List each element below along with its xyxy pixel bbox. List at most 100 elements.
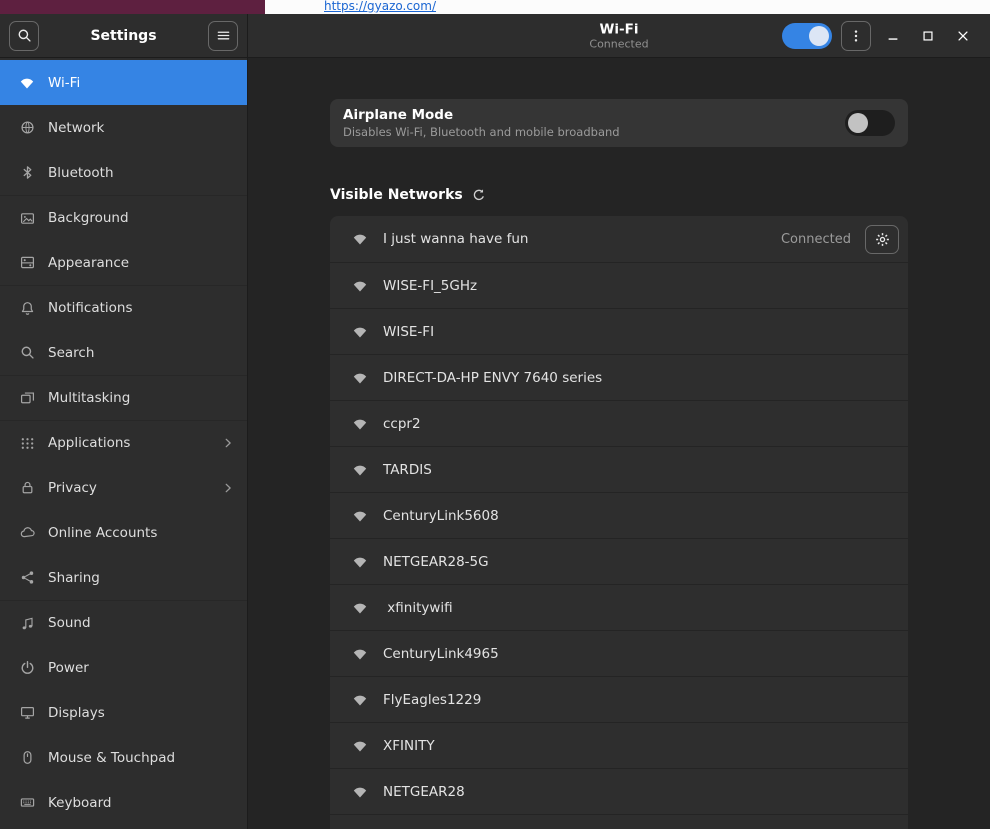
- wifi-signal-icon: [352, 508, 368, 524]
- maximize-icon: [921, 29, 935, 43]
- airplane-mode-title: Airplane Mode: [343, 107, 454, 123]
- airplane-mode-toggle[interactable]: [845, 110, 895, 136]
- close-icon: [956, 29, 970, 43]
- search-icon: [19, 345, 35, 361]
- sidebar-item-label: Background: [48, 210, 129, 226]
- network-row[interactable]: CenturyLink5608: [330, 492, 908, 538]
- online-accounts-icon: [19, 525, 35, 541]
- network-ssid: NETGEAR28-5G: [383, 553, 489, 570]
- sidebar-item-label: Notifications: [48, 300, 133, 316]
- sidebar-item-label: Displays: [48, 704, 105, 721]
- sidebar-item-notifications[interactable]: Notifications: [0, 285, 247, 330]
- browser-url[interactable]: https://gyazo.com/: [324, 0, 436, 13]
- page-title-block: Wi-Fi Connected: [589, 21, 648, 50]
- power-icon: [19, 660, 35, 676]
- main-menu-button[interactable]: [208, 20, 238, 51]
- multitasking-icon: [19, 390, 35, 406]
- sidebar-headerbar: Settings: [0, 14, 248, 58]
- search-button[interactable]: [9, 20, 39, 51]
- gear-icon: [875, 232, 890, 247]
- bluetooth-icon: [19, 165, 35, 181]
- minimize-icon: [886, 29, 900, 43]
- sidebar-item-wi-fi[interactable]: Wi-Fi: [0, 60, 247, 105]
- network-ssid: I just wanna have fun: [383, 231, 529, 247]
- sidebar-item-label: Sharing: [48, 569, 100, 586]
- sidebar-item-mouse-touchpad[interactable]: Mouse & Touchpad: [0, 735, 247, 780]
- background-app-strip: [0, 0, 265, 14]
- sidebar-item-multitasking[interactable]: Multitasking: [0, 375, 247, 420]
- network-ssid: WISE-FI_5GHz: [383, 277, 478, 294]
- sidebar-item-appearance[interactable]: Appearance: [0, 240, 247, 285]
- sidebar-item-online-accounts[interactable]: Online Accounts: [0, 510, 247, 555]
- network-ssid: CenturyLink4965: [383, 645, 499, 662]
- toggle-knob: [848, 113, 868, 133]
- network-ssid: WISE-FI: [383, 323, 435, 340]
- sidebar-item-background[interactable]: Background: [0, 195, 247, 240]
- network-row[interactable]: XFINITY: [330, 722, 908, 768]
- sidebar-item-label: Multitasking: [48, 390, 131, 406]
- network-row[interactable]: NETGEAR28: [330, 768, 908, 814]
- network-row[interactable]: WISE-FI_5GHz: [330, 262, 908, 308]
- minimize-button[interactable]: [880, 23, 906, 49]
- sidebar-item-label: Privacy: [48, 479, 97, 496]
- wifi-signal-icon: [352, 462, 368, 478]
- network-ssid: XFINITY: [383, 737, 435, 754]
- close-button[interactable]: [950, 23, 976, 49]
- network-row[interactable]: CenturyLink4965: [330, 630, 908, 676]
- wifi-signal-icon: [352, 416, 368, 432]
- sidebar-item-label: Sound: [48, 615, 91, 631]
- search-icon: [17, 28, 32, 43]
- sidebar-item-label: Wi-Fi: [48, 74, 81, 91]
- network-settings-button[interactable]: [865, 224, 899, 254]
- sidebar-item-search[interactable]: Search: [0, 330, 247, 375]
- network-row[interactable]: I just wanna have fun Connected: [330, 216, 908, 262]
- browser-urlbar-strip: https://gyazo.com/: [265, 0, 990, 14]
- sidebar-item-label: Online Accounts: [48, 524, 158, 541]
- settings-window: Settings Wi-Fi Connected Wi-Fi Network B…: [0, 14, 990, 829]
- network-row[interactable]: NETGEAR28-5G: [330, 538, 908, 584]
- network-row[interactable]: DIRECT-DA-HP ENVY 7640 series: [330, 354, 908, 400]
- sidebar-item-sharing[interactable]: Sharing: [0, 555, 247, 600]
- background-icon: [19, 210, 35, 226]
- wifi-signal-icon: [352, 646, 368, 662]
- refresh-icon[interactable]: [472, 188, 486, 202]
- network-ssid: FlyEagles1229: [383, 691, 482, 708]
- maximize-button[interactable]: [915, 23, 941, 49]
- toggle-knob: [809, 25, 829, 46]
- sidebar-title: Settings: [90, 27, 157, 44]
- hamburger-icon: [216, 28, 231, 43]
- wifi-signal-icon: [352, 784, 368, 800]
- sidebar-item-label: Keyboard: [48, 794, 112, 811]
- visible-networks-header: Visible Networks: [330, 187, 908, 203]
- sidebar-item-label: Bluetooth: [48, 164, 114, 181]
- wifi-signal-icon: [352, 692, 368, 708]
- content-headerbar: Wi-Fi Connected: [248, 14, 990, 58]
- visible-networks-heading: Visible Networks: [330, 187, 463, 203]
- sidebar-item-applications[interactable]: Applications: [0, 420, 247, 465]
- network-row[interactable]: xfinitywifi: [330, 584, 908, 630]
- wifi-toggle[interactable]: [782, 22, 832, 49]
- privacy-icon: [19, 480, 35, 496]
- network-row[interactable]: WISE-FI: [330, 308, 908, 354]
- keyboard-icon: [19, 795, 35, 811]
- sidebar-item-label: Applications: [48, 435, 131, 451]
- sidebar-item-displays[interactable]: Displays: [0, 690, 247, 735]
- network-row[interactable]: [330, 814, 908, 829]
- wifi-signal-icon: [352, 554, 368, 570]
- chevron-right-icon: [221, 481, 235, 495]
- sidebar-item-bluetooth[interactable]: Bluetooth: [0, 150, 247, 195]
- network-row[interactable]: ccpr2: [330, 400, 908, 446]
- sidebar-item-sound[interactable]: Sound: [0, 600, 247, 645]
- sidebar-item-network[interactable]: Network: [0, 105, 247, 150]
- chevron-right-icon: [221, 436, 235, 450]
- network-icon: [19, 120, 35, 136]
- wifi-signal-icon: [352, 600, 368, 616]
- sidebar-item-keyboard[interactable]: Keyboard: [0, 780, 247, 825]
- network-row[interactable]: FlyEagles1229: [330, 676, 908, 722]
- more-options-button[interactable]: [841, 20, 871, 51]
- wifi-signal-icon: [352, 370, 368, 386]
- network-row[interactable]: TARDIS: [330, 446, 908, 492]
- sidebar-item-power[interactable]: Power: [0, 645, 247, 690]
- appearance-icon: [19, 255, 35, 271]
- sidebar-item-privacy[interactable]: Privacy: [0, 465, 247, 510]
